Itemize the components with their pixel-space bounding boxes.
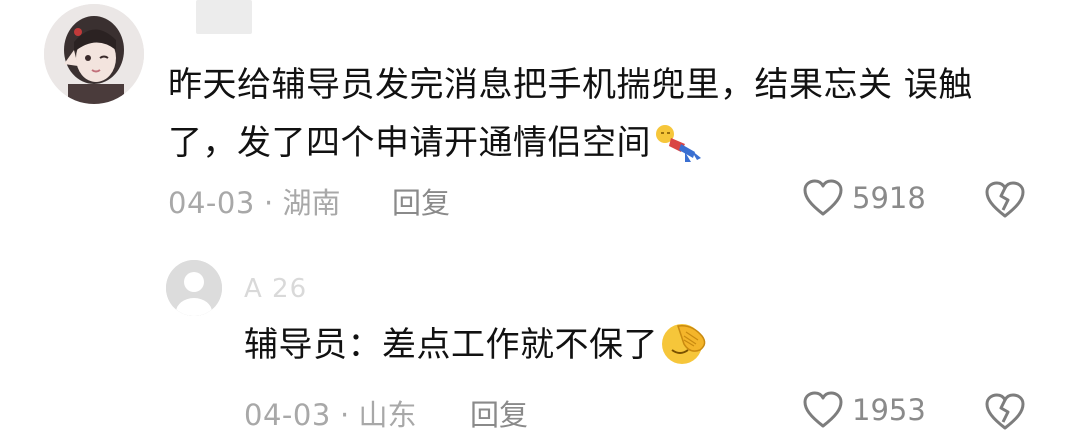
reply-date: 04-03	[244, 398, 331, 432]
reply-username[interactable]: A 26	[244, 274, 307, 304]
reply-meta: 04-03 · 山东	[244, 392, 416, 434]
reply-text: 辅导员：差点工作就不保了	[244, 325, 658, 365]
reply-location: 山东	[358, 398, 417, 432]
comment-date: 04-03	[168, 186, 255, 220]
comment-location: 湖南	[282, 186, 341, 220]
broken-heart-icon	[985, 181, 1025, 218]
reply-button[interactable]: 回复	[392, 180, 450, 222]
heart-outline-icon	[802, 390, 844, 430]
commenter-avatar[interactable]	[44, 4, 144, 104]
reply-body: 辅导员：差点工作就不保了	[244, 320, 712, 370]
falling-person-emoji-icon	[651, 122, 703, 162]
meta-separator: ·	[264, 186, 283, 220]
heart-outline-icon	[802, 178, 844, 218]
comment-meta: 04-03 · 湖南	[168, 180, 340, 222]
dislike-button[interactable]	[984, 180, 1026, 220]
like-button[interactable]: 5918	[802, 178, 926, 218]
facepalm-emoji-icon	[658, 320, 712, 366]
reply-avatar[interactable]	[166, 260, 222, 316]
reply-like-count: 1953	[852, 393, 926, 427]
reply-dislike-button[interactable]	[984, 392, 1026, 432]
comment-body: 昨天给辅导员发完消息把手机揣兜里，结果忘关 误触了，发了四个申请开通情侣空间	[168, 56, 1028, 172]
reply-reply-button[interactable]: 回复	[470, 392, 528, 434]
meta-separator: ·	[340, 398, 359, 432]
commenter-username-blurred[interactable]	[196, 0, 252, 34]
broken-heart-icon	[985, 393, 1025, 430]
reply-like-button[interactable]: 1953	[802, 390, 926, 430]
comment-text: 昨天给辅导员发完消息把手机揣兜里，结果忘关 误触了，发了四个申请开通情侣空间	[168, 65, 973, 163]
like-count: 5918	[852, 181, 926, 215]
